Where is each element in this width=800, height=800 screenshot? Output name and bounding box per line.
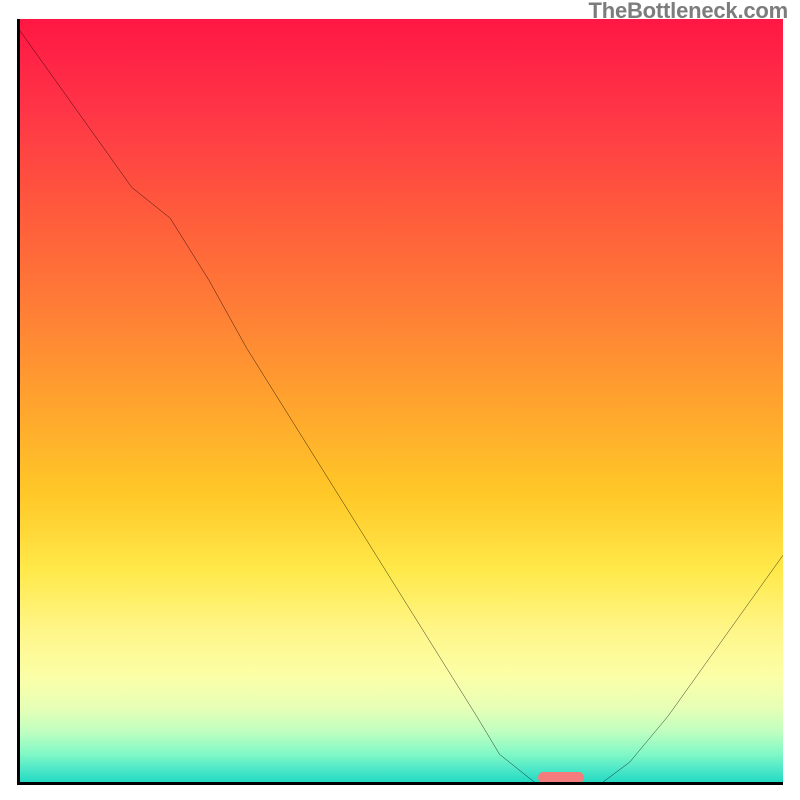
optimal-zone-marker [538, 772, 584, 783]
gradient-background [17, 19, 783, 785]
watermark-text: TheBottleneck.com [588, 0, 788, 24]
plot-area [17, 19, 783, 785]
